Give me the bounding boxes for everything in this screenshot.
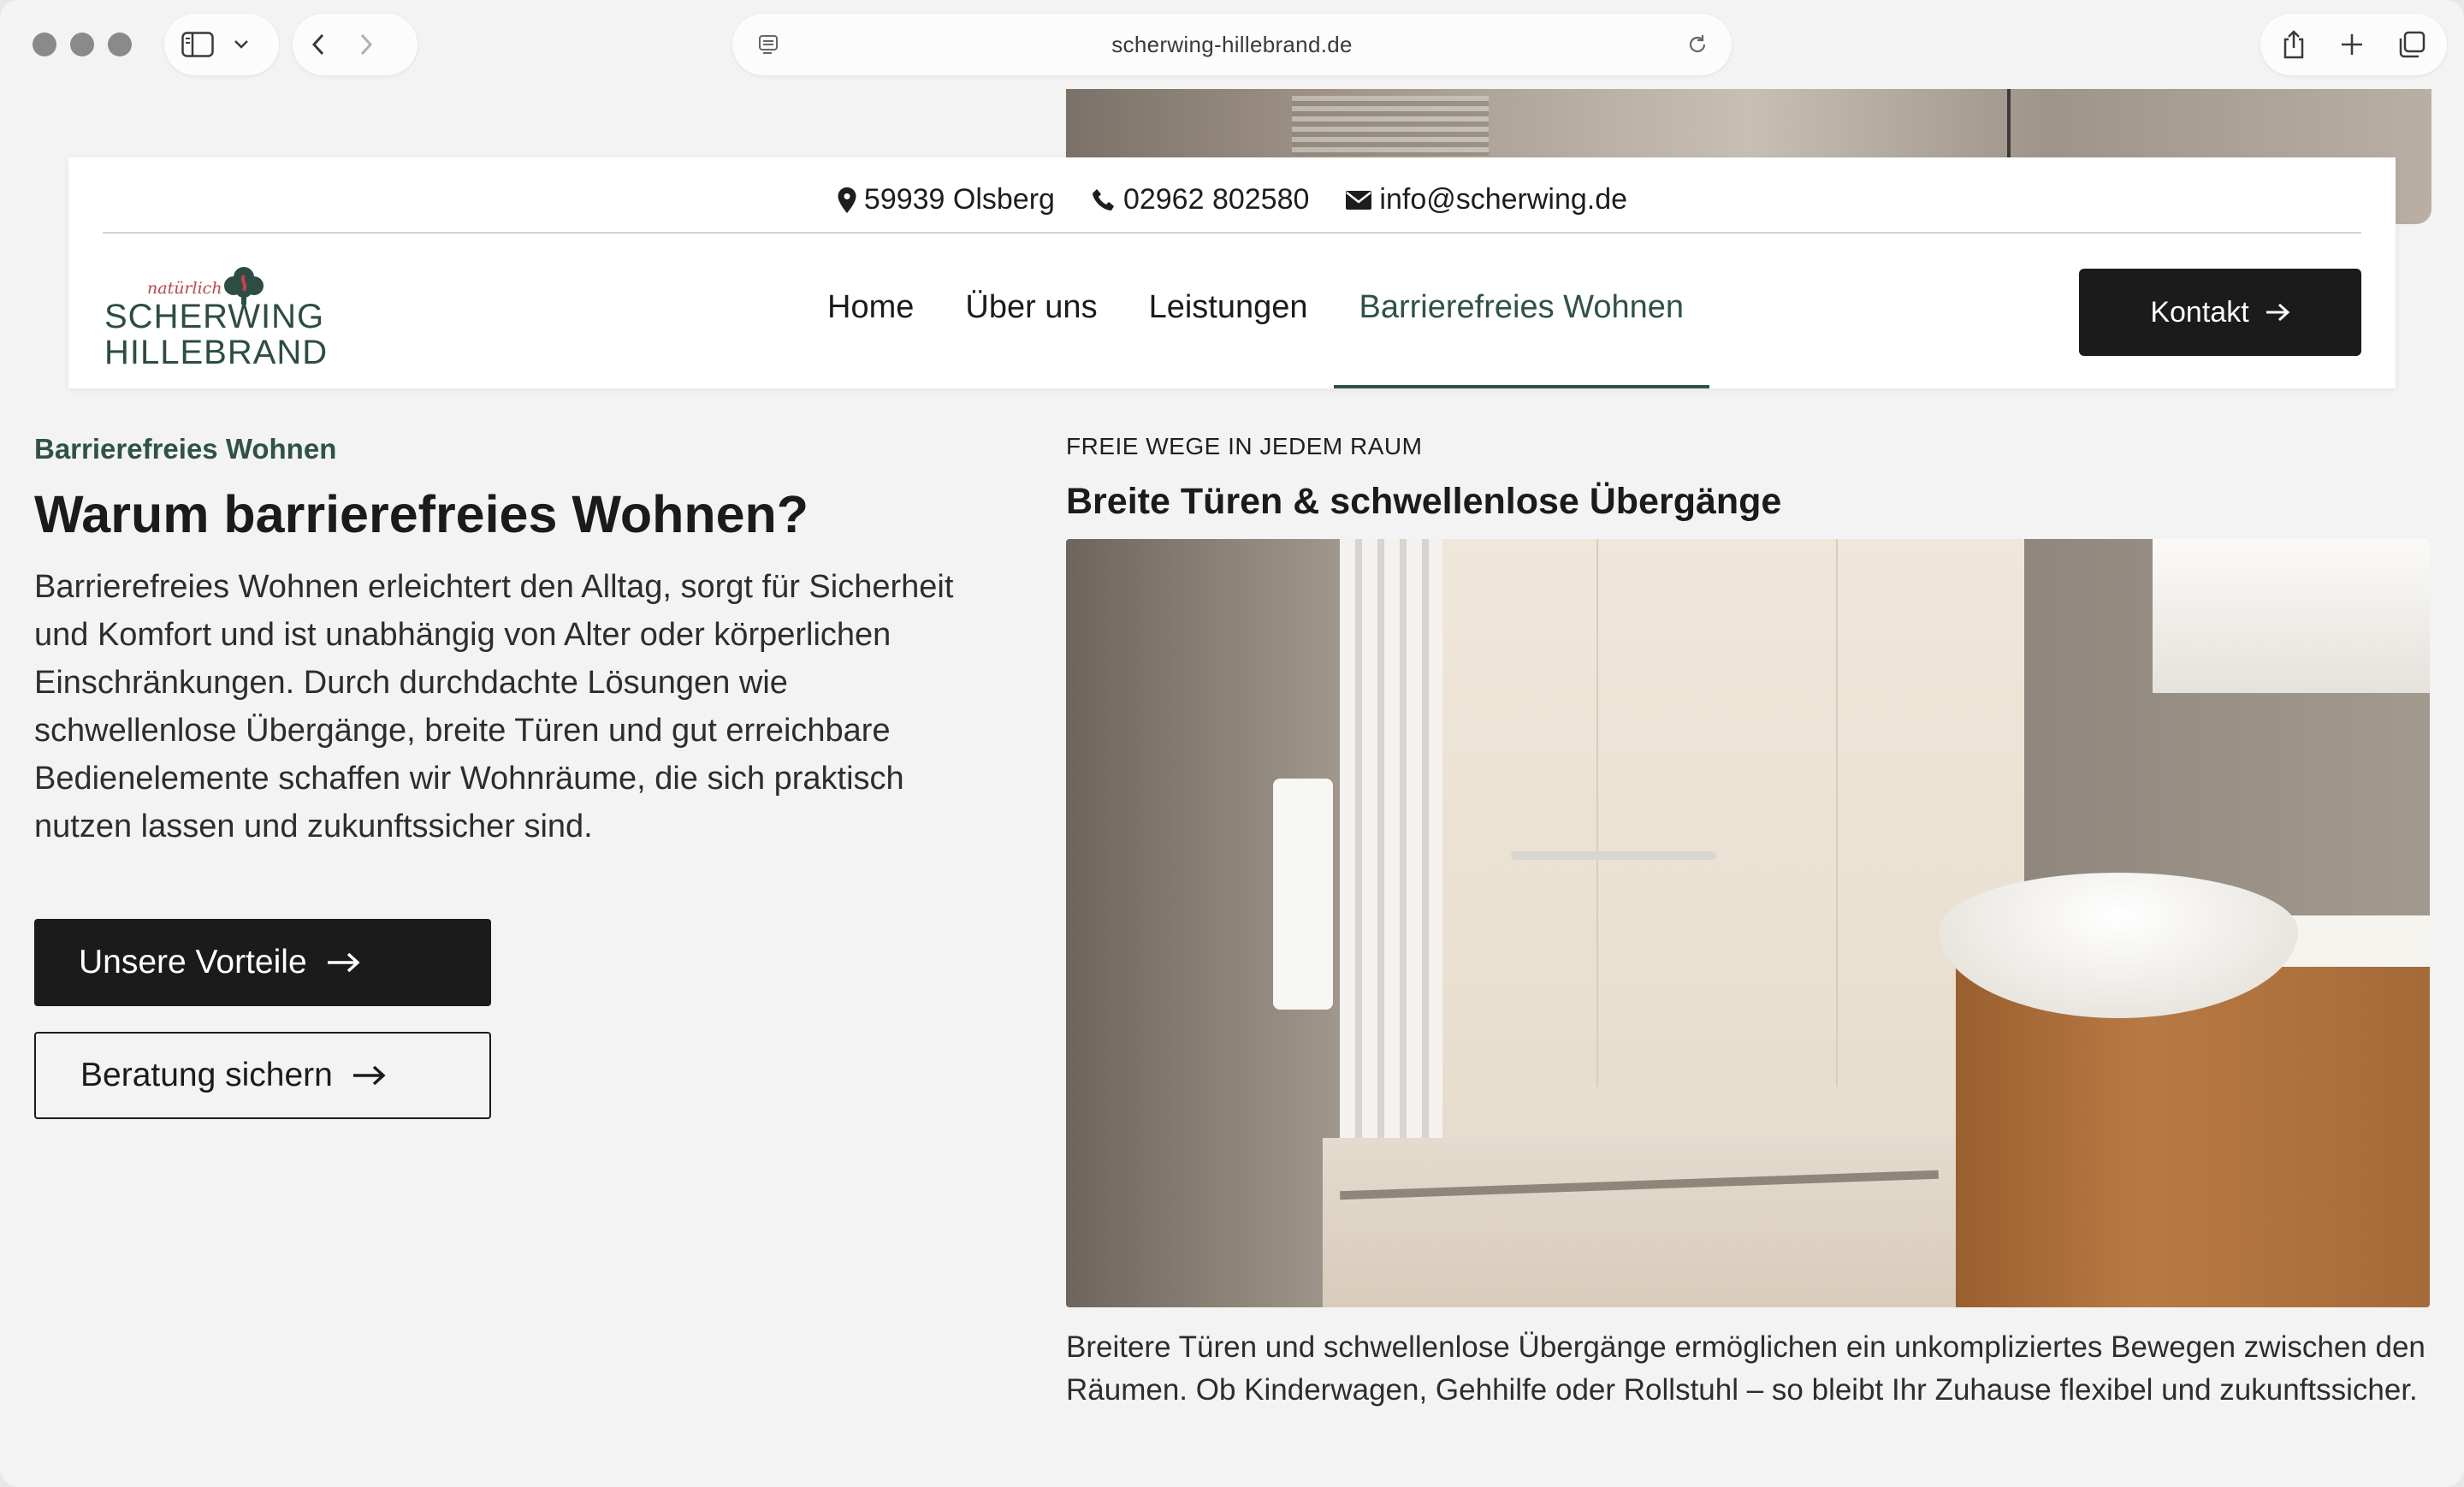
close-window-button[interactable] [33, 33, 56, 56]
section-body: Barrierefreies Wohnen erleichtert den Al… [34, 569, 954, 844]
header-divider [103, 232, 2361, 234]
browser-actions-group[interactable] [2260, 14, 2447, 75]
history-nav-group[interactable] [293, 14, 418, 75]
nav-item-label: Über uns [965, 289, 1098, 325]
contact-address[interactable]: 59939 Olsberg [837, 183, 1055, 216]
arrow-right-icon [352, 1064, 386, 1087]
hero-radiator [1292, 96, 1489, 156]
address-bar[interactable]: scherwing-hillebrand.de [732, 14, 1732, 75]
site-logo[interactable]: natürlich SCHERWING HILLEBRAND [103, 264, 327, 371]
accessible-bathroom-photo [1066, 539, 2430, 1307]
beratung-sichern-button[interactable]: Beratung sichern [34, 1032, 491, 1119]
zoom-window-button[interactable] [108, 33, 132, 56]
photo-towel [1273, 779, 1333, 1010]
logo-script-text: natürlich [147, 279, 222, 298]
url-text[interactable]: scherwing-hillebrand.de [1111, 32, 1353, 58]
nav-item-label: Barrierefreies Wohnen [1359, 289, 1684, 325]
feature-heading: Breite Türen & schwellenlose Übergänge [1066, 481, 1782, 522]
phone-icon [1091, 187, 1116, 213]
photo-shower-seam [1596, 539, 1598, 1087]
feature-eyebrow: FREIE WEGE IN JEDEM RAUM [1066, 433, 1423, 459]
back-icon[interactable] [311, 33, 325, 56]
sidebar-toggle-group[interactable] [164, 14, 279, 75]
site-header: 59939 Olsberg 02962 802580 info@scherwin… [68, 157, 2396, 388]
contact-address-text: 59939 Olsberg [863, 183, 1055, 216]
photo-cabinet [1956, 967, 2430, 1307]
nav-item-barrierefreies-wohnen[interactable]: Barrierefreies Wohnen [1333, 289, 1710, 388]
share-icon[interactable] [2281, 29, 2307, 60]
browser-window: scherwing-hillebrand.de 59939 Olsberg 02… [0, 0, 2464, 1487]
unsere-vorteile-button[interactable]: Unsere Vorteile [34, 919, 491, 1006]
logo-line2: HILLEBRAND [104, 334, 329, 371]
photo-curtain [1340, 539, 1442, 1138]
nav-item-leistungen[interactable]: Leistungen [1123, 289, 1334, 388]
nav-item-ueber-uns[interactable]: Über uns [939, 289, 1122, 388]
contact-phone[interactable]: 02962 802580 [1091, 183, 1309, 216]
nav-item-label: Home [827, 289, 915, 325]
contact-email[interactable]: info@scherwing.de [1345, 183, 1627, 216]
forward-icon[interactable] [359, 33, 373, 56]
arrow-right-icon [326, 951, 360, 974]
main-navigation: Home Über uns Leistungen Barrierefreies … [802, 289, 1710, 388]
kontakt-button-label: Kontakt [2150, 295, 2249, 329]
arrow-right-icon [2265, 302, 2290, 323]
logo-line1: SCHERWING [104, 298, 325, 335]
contact-bar: 59939 Olsberg 02962 802580 info@scherwin… [68, 183, 2396, 216]
map-pin-icon [837, 187, 857, 214]
photo-shower-seam [1836, 539, 1838, 1087]
contact-phone-text: 02962 802580 [1122, 183, 1310, 216]
new-tab-icon[interactable] [2339, 32, 2365, 57]
tab-overview-icon[interactable] [2397, 30, 2426, 59]
window-controls[interactable] [33, 33, 132, 56]
feature-caption: Breitere Türen und schwellenlose Übergän… [1066, 1330, 2426, 1407]
section-heading: Warum barrierefreies Wohnen? [34, 485, 809, 543]
reload-icon[interactable] [1685, 33, 1709, 56]
unsere-vorteile-label: Unsere Vorteile [79, 944, 307, 980]
nav-item-home[interactable]: Home [802, 289, 939, 388]
section-eyebrow: Barrierefreies Wohnen [34, 433, 337, 465]
nav-item-label: Leistungen [1148, 289, 1308, 325]
chevron-down-icon[interactable] [233, 39, 250, 50]
beratung-sichern-label: Beratung sichern [80, 1057, 333, 1093]
photo-mirror [2153, 539, 2430, 693]
photo-grab-bar [1511, 851, 1716, 860]
page-settings-icon[interactable] [758, 34, 780, 56]
kontakt-button[interactable]: Kontakt [2079, 269, 2361, 356]
envelope-icon [1345, 190, 1372, 210]
minimize-window-button[interactable] [70, 33, 94, 56]
contact-email-text: info@scherwing.de [1379, 183, 1628, 216]
sidebar-icon[interactable] [181, 32, 214, 57]
